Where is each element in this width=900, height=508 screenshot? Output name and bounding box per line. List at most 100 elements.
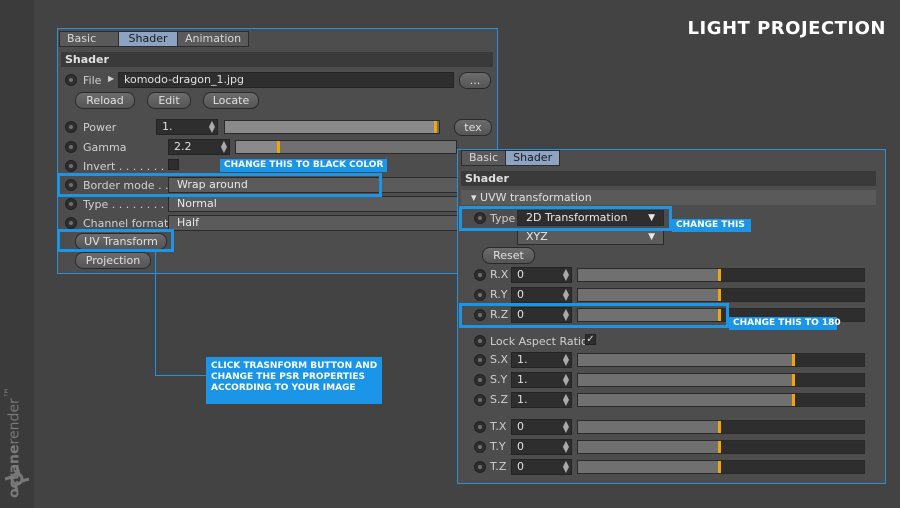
file-browse-button[interactable]: ... [459, 72, 491, 89]
gamma-radio[interactable] [65, 141, 77, 153]
gamma-input[interactable]: 2.2 ▲ ▼ [168, 139, 230, 155]
uvw-subsection-header[interactable]: ▾ UVW transformation [461, 190, 876, 205]
lock-aspect-radio[interactable] [474, 335, 486, 347]
gamma-slider-handle[interactable] [277, 141, 280, 153]
tx-slider[interactable] [577, 420, 865, 434]
tex-button[interactable]: tex [454, 119, 492, 136]
type-dropdown[interactable]: Normal [168, 196, 458, 212]
sz-radio[interactable] [474, 394, 486, 406]
gamma-spin-icon[interactable]: ▲ ▼ [221, 140, 227, 154]
sy-slider[interactable] [577, 373, 865, 387]
ry-radio[interactable] [474, 289, 486, 301]
rx-slider-handle[interactable] [718, 269, 721, 281]
tz-slider[interactable] [577, 460, 865, 474]
rx-slider-fill [578, 269, 721, 281]
lock-aspect-checkbox[interactable]: ✓ [585, 334, 596, 345]
ty-slider-handle[interactable] [718, 441, 721, 453]
tx-radio[interactable] [474, 421, 486, 433]
gamma-slider[interactable] [235, 140, 457, 154]
sz-slider[interactable] [577, 393, 865, 407]
sx-slider-handle[interactable] [792, 354, 795, 366]
tab-animation[interactable]: Animation [177, 31, 250, 47]
sx-slider[interactable] [577, 353, 865, 367]
type-label: Type . . . . . . . . . [83, 198, 172, 211]
brand-sidebar: octanerender™ [0, 0, 34, 508]
uv-connector-h [155, 375, 207, 376]
power-slider[interactable] [224, 120, 440, 134]
rx-radio[interactable] [474, 269, 486, 281]
tab-shader-right[interactable]: Shader [505, 150, 561, 166]
xyz-caret-icon: ▼ [648, 232, 655, 242]
invert-label: Invert . . . . . . . . [83, 160, 172, 173]
type-radio[interactable] [65, 198, 77, 210]
ry-input[interactable]: 0 ▲ ▼ [511, 287, 572, 303]
power-radio[interactable] [65, 121, 77, 133]
tz-spin-icon[interactable]: ▲ ▼ [563, 460, 569, 474]
uv-type-callout: CHANGE THIS [672, 219, 751, 232]
ty-slider[interactable] [577, 440, 865, 454]
reload-button[interactable]: Reload [75, 92, 135, 109]
ry-slider[interactable] [577, 288, 865, 302]
power-input[interactable]: 1. ▲ ▼ [156, 119, 218, 135]
uv-transform-highlight [57, 229, 174, 252]
tab-basic[interactable]: Basic [59, 31, 119, 47]
uv-transform-callout: CLICK TRASNFORM BUTTON AND CHANGE THE PS… [206, 357, 382, 404]
power-slider-handle[interactable] [434, 121, 437, 133]
tx-input[interactable]: 0 ▲ ▼ [511, 419, 572, 435]
left-tabs: Basic Shader Animation [59, 31, 250, 47]
channel-format-dropdown[interactable]: Half [168, 215, 458, 231]
ty-radio[interactable] [474, 441, 486, 453]
power-spin-icon[interactable]: ▲ ▼ [209, 120, 215, 134]
sy-input[interactable]: 1. ▲ ▼ [511, 372, 572, 388]
sz-input[interactable]: 1. ▲ ▼ [511, 392, 572, 408]
sx-input[interactable]: 1. ▲ ▼ [511, 352, 572, 368]
invert-radio[interactable] [65, 160, 77, 172]
locate-button[interactable]: Locate [203, 92, 259, 109]
tx-slider-handle[interactable] [718, 421, 721, 433]
file-radio[interactable] [65, 74, 77, 86]
sz-slider-handle[interactable] [792, 394, 795, 406]
border-mode-highlight [57, 173, 382, 197]
sy-spin-icon[interactable]: ▲ ▼ [563, 373, 569, 387]
tab-shader[interactable]: Shader [118, 31, 178, 47]
file-path-field[interactable]: komodo-dragon_1.jpg [118, 72, 454, 88]
rx-spin-icon[interactable]: ▲ ▼ [563, 268, 569, 282]
tz-input[interactable]: 0 ▲ ▼ [511, 459, 572, 475]
tx-spin-icon[interactable]: ▲ ▼ [563, 420, 569, 434]
sx-spin-icon[interactable]: ▲ ▼ [563, 353, 569, 367]
collapse-caret-icon: ▾ [471, 191, 481, 204]
xyz-dropdown[interactable]: XYZ ▼ [517, 229, 664, 245]
ty-spin-icon[interactable]: ▲ ▼ [563, 440, 569, 454]
left-section-header: Shader [61, 52, 493, 67]
rx-label: R.X [490, 268, 509, 281]
tz-label: T.Z [490, 460, 507, 473]
sx-radio[interactable] [474, 354, 486, 366]
channel-format-radio[interactable] [65, 217, 77, 229]
invert-checkbox[interactable] [168, 159, 179, 170]
tx-label: T.X [490, 420, 507, 433]
gamma-label: Gamma [83, 141, 127, 154]
sy-radio[interactable] [474, 374, 486, 386]
tz-slider-fill [578, 461, 721, 473]
edit-button[interactable]: Edit [147, 92, 191, 109]
sy-label: S.Y [490, 373, 508, 386]
ry-slider-handle[interactable] [718, 289, 721, 301]
sx-slider-fill [578, 354, 796, 366]
rx-slider[interactable] [577, 268, 865, 282]
ry-spin-icon[interactable]: ▲ ▼ [563, 288, 569, 302]
rz-callout: CHANGE THIS TO 180 [729, 317, 841, 330]
tab-basic-right[interactable]: Basic [461, 150, 507, 166]
sy-slider-handle[interactable] [792, 374, 795, 386]
ty-input[interactable]: 0 ▲ ▼ [511, 439, 572, 455]
tz-slider-handle[interactable] [718, 461, 721, 473]
right-tabs: Basic Shader [461, 150, 561, 166]
sz-spin-icon[interactable]: ▲ ▼ [563, 393, 569, 407]
page-title: LIGHT PROJECTION [687, 18, 886, 39]
tz-radio[interactable] [474, 461, 486, 473]
projection-button[interactable]: Projection [75, 252, 151, 269]
ty-label: T.Y [490, 440, 506, 453]
reset-button[interactable]: Reset [482, 247, 535, 264]
rx-input[interactable]: 0 ▲ ▼ [511, 267, 572, 283]
file-expand-icon[interactable]: ▶ [108, 72, 114, 86]
sz-slider-fill [578, 394, 796, 406]
